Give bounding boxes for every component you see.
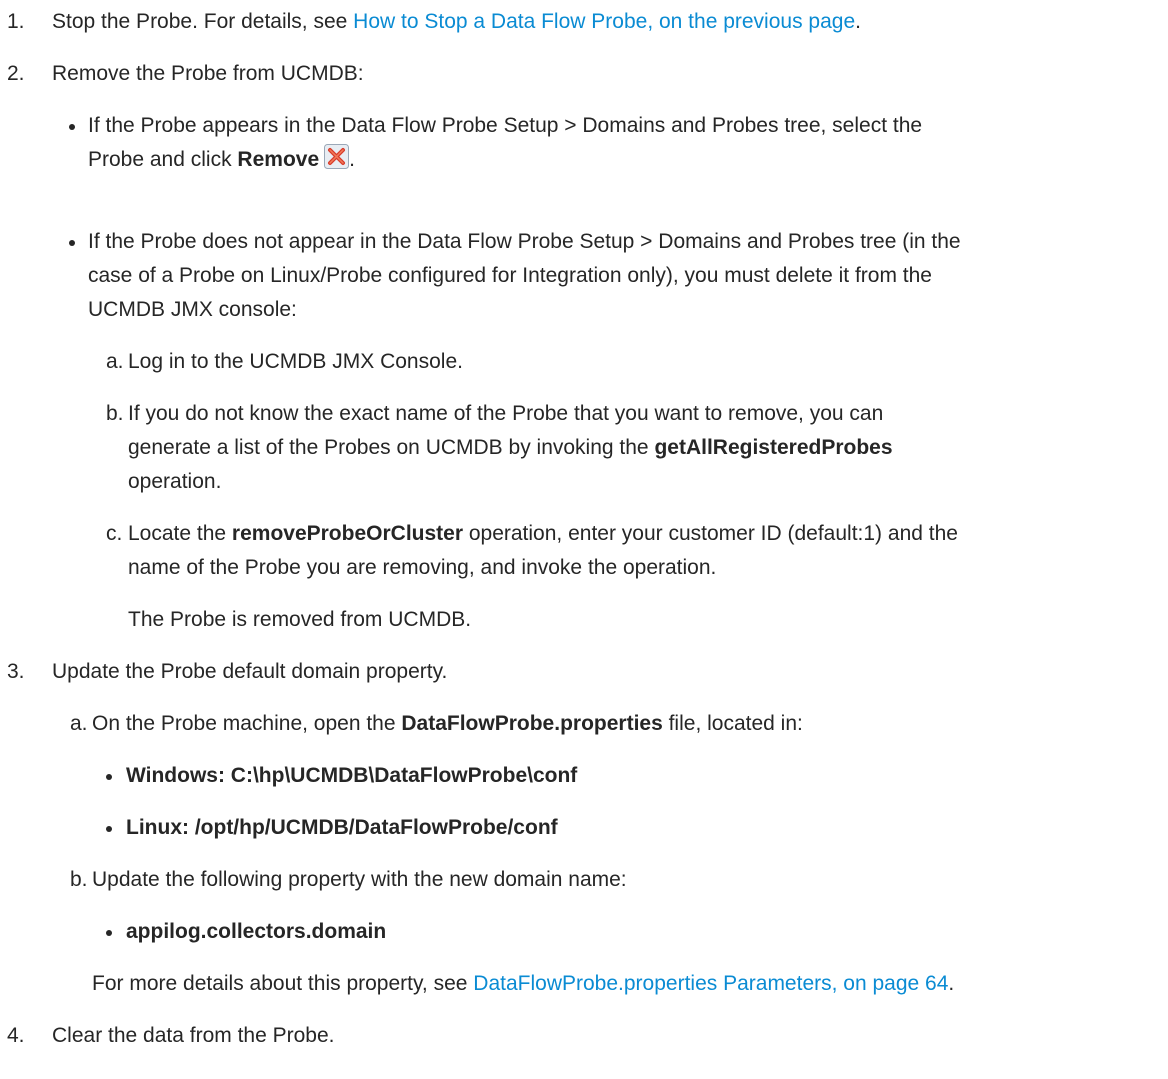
substep-text: Log in to the UCMDB JMX Console. (128, 350, 463, 373)
substep-text: On the Probe machine, open the DataFlowP… (92, 712, 803, 735)
property-name: appilog.collectors.domain (126, 920, 387, 943)
bullet-dot (106, 930, 112, 936)
stop-probe-link[interactable]: How to Stop a Data Flow Probe, on the pr… (353, 10, 855, 33)
step-number: 1. (7, 10, 25, 33)
remove-label: Remove (237, 148, 320, 171)
substep-text: Locate the removeProbeOrCluster operatio… (128, 522, 958, 545)
remove-icon (324, 144, 350, 169)
step-number: 4. (7, 1024, 25, 1047)
substep-note: For more details about this property, se… (92, 972, 955, 995)
step-text: Stop the Probe. For details, see How to … (52, 10, 861, 33)
substep-text: name of the Probe you are removing, and … (128, 556, 717, 579)
substep-text: Update the following property with the n… (92, 868, 627, 891)
bullet-text: Probe and click Remove. (88, 143, 355, 177)
bullet-dot (106, 826, 112, 832)
substep-text: generate a list of the Probes on UCMDB b… (128, 436, 893, 459)
bullet-dot (106, 774, 112, 780)
substep-letter: b. (70, 868, 88, 891)
substep-text: If you do not know the exact name of the… (128, 402, 884, 425)
bullet-text: If the Probe appears in the Data Flow Pr… (88, 114, 923, 137)
linux-path: Linux: /opt/hp/UCMDB/DataFlowProbe/conf (126, 816, 558, 839)
step-text: Clear the data from the Probe. (52, 1024, 335, 1047)
bullet-dot (69, 240, 75, 246)
properties-parameters-link[interactable]: DataFlowProbe.properties Parameters, on … (473, 972, 948, 995)
operation-name: removeProbeOrCluster (231, 522, 464, 545)
step-number: 3. (7, 660, 25, 683)
substep-letter: a. (70, 712, 88, 735)
file-name: DataFlowProbe.properties (401, 712, 663, 735)
bullet-text: case of a Probe on Linux/Probe configure… (88, 264, 932, 287)
bullet-dot (69, 124, 75, 130)
windows-path: Windows: C:\hp\UCMDB\DataFlowProbe\conf (126, 764, 578, 787)
bullet-text: UCMDB JMX console: (88, 298, 297, 321)
substep-letter: b. (106, 402, 124, 425)
substep-letter: c. (106, 522, 123, 545)
substep-letter: a. (106, 350, 124, 373)
step-text: Update the Probe default domain property… (52, 660, 448, 683)
operation-name: getAllRegisteredProbes (654, 436, 893, 459)
substep-note: The Probe is removed from UCMDB. (128, 608, 472, 631)
bullet-text: If the Probe does not appear in the Data… (88, 230, 961, 253)
step-number: 2. (7, 62, 25, 85)
step-text: Remove the Probe from UCMDB: (52, 62, 364, 85)
substep-text: operation. (128, 470, 222, 493)
